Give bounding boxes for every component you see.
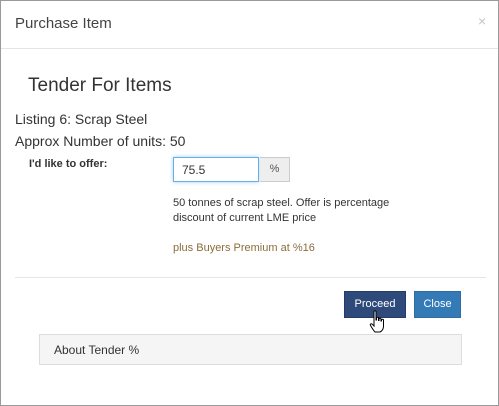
hand-pointer-icon: [369, 310, 384, 333]
units-text: Approx Number of units: 50: [15, 133, 186, 149]
buyers-premium-text: plus Buyers Premium at %16: [173, 242, 315, 254]
offer-label: I'd like to offer:: [29, 158, 108, 170]
modal-header: Purchase Item ×: [1, 1, 498, 49]
listing-text: Listing 6: Scrap Steel: [15, 111, 148, 127]
close-icon[interactable]: ×: [478, 13, 486, 29]
modal-title: Purchase Item: [15, 15, 112, 32]
divider: [15, 277, 486, 278]
about-tender-title: About Tender %: [54, 343, 140, 357]
offer-description: 50 tonnes of scrap steel. Offer is perce…: [173, 197, 390, 224]
purchase-item-modal: Purchase Item × Tender For Items Listing…: [0, 0, 499, 406]
tender-heading: Tender For Items: [28, 75, 172, 96]
about-tender-panel[interactable]: About Tender %: [39, 334, 462, 365]
percent-addon: %: [260, 157, 290, 182]
close-button[interactable]: Close: [414, 291, 461, 318]
offer-input[interactable]: [173, 157, 259, 182]
